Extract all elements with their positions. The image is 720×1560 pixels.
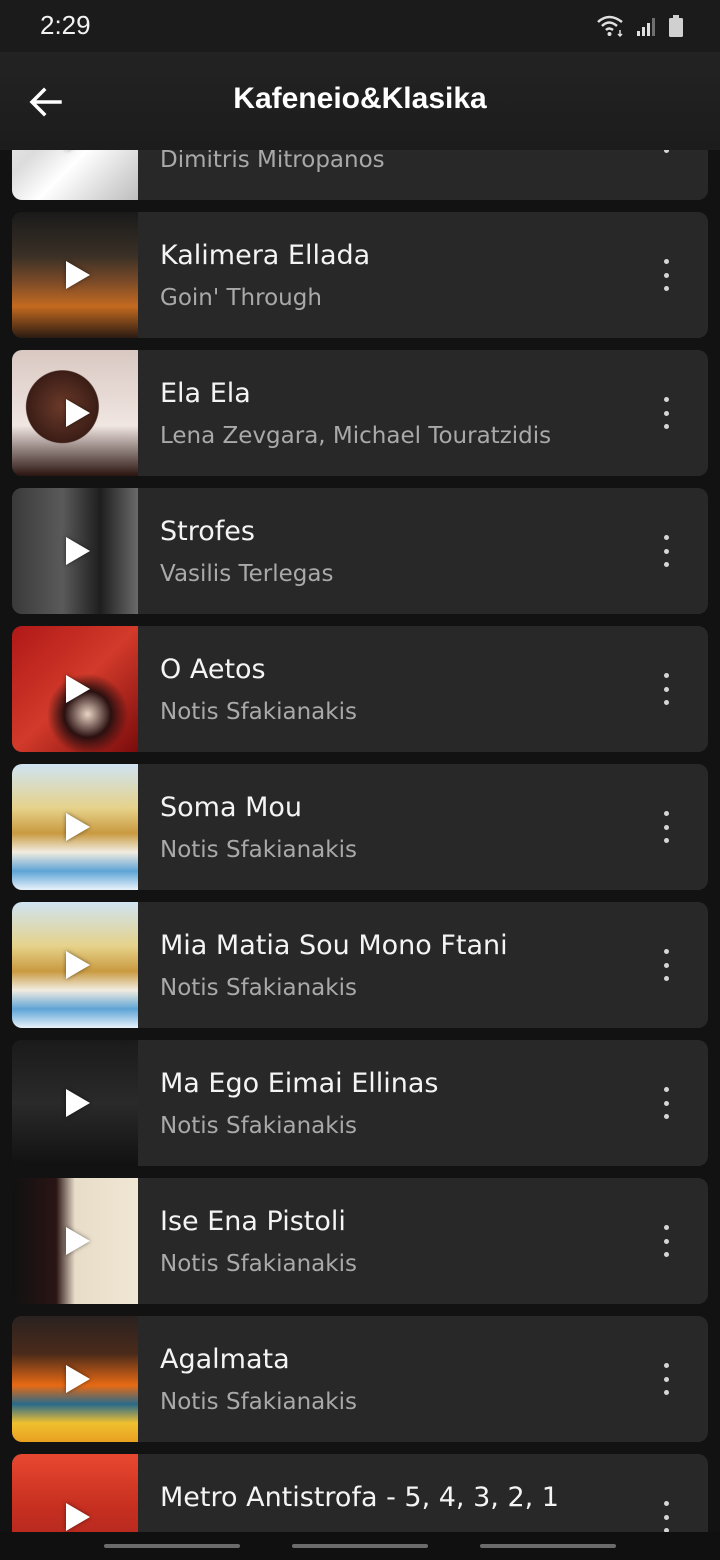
track-artist: Notis Sfakianakis bbox=[160, 837, 357, 863]
status-icons bbox=[596, 14, 684, 38]
track-row[interactable]: Metro Antistrofa - 5, 4, 3, 2, 1 bbox=[12, 1454, 708, 1532]
track-title: Ela Ela bbox=[160, 378, 251, 409]
play-icon[interactable] bbox=[66, 1227, 90, 1255]
system-nav-bar bbox=[0, 1532, 720, 1560]
track-title: Agalmata bbox=[160, 1344, 290, 1375]
nav-recent-handle bbox=[104, 1544, 240, 1548]
album-cover[interactable] bbox=[12, 902, 138, 1028]
track-row[interactable]: Agalmata Notis Sfakianakis bbox=[12, 1316, 708, 1442]
play-icon[interactable] bbox=[66, 951, 90, 979]
album-cover[interactable] bbox=[12, 488, 138, 614]
track-row[interactable]: Dimitris Mitropanos bbox=[12, 150, 708, 200]
status-time: 2:29 bbox=[40, 10, 91, 40]
more-vertical-icon[interactable] bbox=[654, 1225, 678, 1257]
track-artist: Notis Sfakianakis bbox=[160, 975, 357, 1001]
battery-icon bbox=[669, 15, 683, 37]
play-icon[interactable] bbox=[66, 675, 90, 703]
track-artist: Notis Sfakianakis bbox=[160, 1251, 357, 1277]
track-artist: Goin' Through bbox=[160, 285, 322, 311]
track-title: Ise Ena Pistoli bbox=[160, 1206, 346, 1237]
more-vertical-icon[interactable] bbox=[654, 1363, 678, 1395]
more-vertical-icon[interactable] bbox=[654, 535, 678, 567]
track-title: Strofes bbox=[160, 516, 255, 547]
play-icon[interactable] bbox=[66, 813, 90, 841]
album-cover[interactable] bbox=[12, 350, 138, 476]
play-icon[interactable] bbox=[66, 150, 90, 151]
more-vertical-icon[interactable] bbox=[654, 397, 678, 429]
status-bar: 2:29 bbox=[0, 0, 720, 52]
play-icon[interactable] bbox=[66, 261, 90, 289]
album-cover[interactable] bbox=[12, 1454, 138, 1532]
page-title: Kafeneio&Klasika bbox=[233, 82, 487, 115]
wifi-icon bbox=[597, 15, 623, 38]
play-icon[interactable] bbox=[66, 399, 90, 427]
track-list[interactable]: Dimitris Mitropanos Kalimera Ellada Goin… bbox=[0, 150, 720, 1532]
track-row[interactable]: Strofes Vasilis Terlegas bbox=[12, 488, 708, 614]
album-cover[interactable] bbox=[12, 150, 138, 200]
track-title: Soma Mou bbox=[160, 792, 303, 823]
more-vertical-icon[interactable] bbox=[654, 1087, 678, 1119]
track-artist: Dimitris Mitropanos bbox=[160, 150, 385, 173]
more-vertical-icon[interactable] bbox=[654, 259, 678, 291]
more-vertical-icon[interactable] bbox=[654, 150, 678, 153]
play-icon[interactable] bbox=[66, 537, 90, 565]
track-title: Mia Matia Sou Mono Ftani bbox=[160, 930, 508, 961]
track-row[interactable]: Ise Ena Pistoli Notis Sfakianakis bbox=[12, 1178, 708, 1304]
signal-icon bbox=[637, 18, 655, 36]
track-row[interactable]: Mia Matia Sou Mono Ftani Notis Sfakianak… bbox=[12, 902, 708, 1028]
track-artist: Notis Sfakianakis bbox=[160, 1389, 357, 1415]
more-vertical-icon[interactable] bbox=[654, 811, 678, 843]
nav-back-handle bbox=[480, 1544, 616, 1548]
track-row[interactable]: Soma Mou Notis Sfakianakis bbox=[12, 764, 708, 890]
nav-home-handle bbox=[292, 1544, 428, 1548]
album-cover[interactable] bbox=[12, 212, 138, 338]
play-icon[interactable] bbox=[66, 1503, 90, 1531]
track-title: Ma Ego Eimai Ellinas bbox=[160, 1068, 439, 1099]
track-row[interactable]: O Aetos Notis Sfakianakis bbox=[12, 626, 708, 752]
album-cover[interactable] bbox=[12, 1040, 138, 1166]
track-artist: Notis Sfakianakis bbox=[160, 699, 357, 725]
track-title: O Aetos bbox=[160, 654, 266, 685]
track-row[interactable]: Ma Ego Eimai Ellinas Notis Sfakianakis bbox=[12, 1040, 708, 1166]
app-header: Kafeneio&Klasika bbox=[0, 52, 720, 150]
play-icon[interactable] bbox=[66, 1089, 90, 1117]
album-cover[interactable] bbox=[12, 626, 138, 752]
play-icon[interactable] bbox=[66, 1365, 90, 1393]
album-cover[interactable] bbox=[12, 1316, 138, 1442]
album-cover[interactable] bbox=[12, 1178, 138, 1304]
track-title: Metro Antistrofa - 5, 4, 3, 2, 1 bbox=[160, 1482, 559, 1513]
more-vertical-icon[interactable] bbox=[654, 673, 678, 705]
track-row[interactable]: Ela Ela Lena Zevgara, Michael Touratzidi… bbox=[12, 350, 708, 476]
album-cover[interactable] bbox=[12, 764, 138, 890]
track-title: Kalimera Ellada bbox=[160, 240, 371, 271]
track-row[interactable]: Kalimera Ellada Goin' Through bbox=[12, 212, 708, 338]
more-vertical-icon[interactable] bbox=[654, 949, 678, 981]
track-artist: Vasilis Terlegas bbox=[160, 561, 334, 587]
track-artist: Lena Zevgara, Michael Touratzidis bbox=[160, 423, 552, 449]
track-artist: Notis Sfakianakis bbox=[160, 1113, 357, 1139]
more-vertical-icon[interactable] bbox=[654, 1501, 678, 1532]
